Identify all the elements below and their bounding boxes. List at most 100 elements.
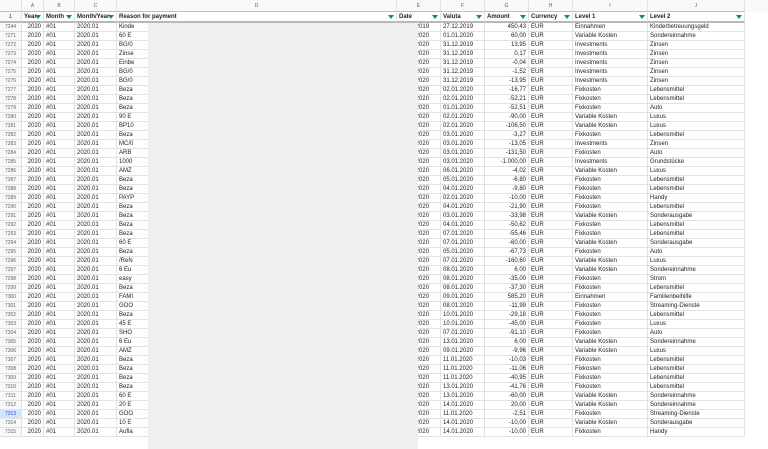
cell-amount[interactable]: -10,00 <box>485 428 529 437</box>
cell-l2[interactable]: Zinsen <box>648 50 745 59</box>
cell-month[interactable]: #01 <box>44 221 75 230</box>
cell-year[interactable]: 2020 <box>22 401 44 410</box>
cell-cur[interactable]: EUR <box>529 266 573 275</box>
cell-l1[interactable]: Investments <box>573 158 648 167</box>
row-number[interactable]: 7301 <box>0 302 22 311</box>
cell-l1[interactable]: Fixkosten <box>573 320 648 329</box>
cell-valuta[interactable]: 07.01.2020 <box>441 257 485 266</box>
row-number[interactable]: 7282 <box>0 131 22 140</box>
cell-month[interactable]: #01 <box>44 347 75 356</box>
cell-l1[interactable]: Fixkosten <box>573 410 648 419</box>
row-number[interactable]: 7313 <box>0 410 22 419</box>
cell-l2[interactable]: Lebensmittel <box>648 131 745 140</box>
cell-year[interactable]: 2020 <box>22 41 44 50</box>
cell-l2[interactable]: Lebensmittel <box>648 365 745 374</box>
cell-year[interactable]: 2020 <box>22 95 44 104</box>
cell-l2[interactable]: Lebensmittel <box>648 86 745 95</box>
cell-l2[interactable]: Sondereinnahme <box>648 392 745 401</box>
cell-amount[interactable]: -55,46 <box>485 230 529 239</box>
row-number[interactable]: 7283 <box>0 140 22 149</box>
cell-l2[interactable]: Auto <box>648 329 745 338</box>
cell-year[interactable]: 2020 <box>22 347 44 356</box>
cell-l2[interactable]: Sondereinnahme <box>648 401 745 410</box>
cell-valuta[interactable]: 09.01.2020 <box>441 347 485 356</box>
cell-amount[interactable]: -33,98 <box>485 212 529 221</box>
cell-month[interactable]: #01 <box>44 266 75 275</box>
cell-cur[interactable]: EUR <box>529 428 573 437</box>
row-number[interactable]: 7272 <box>0 41 22 50</box>
cell-my[interactable]: 2020.01 <box>75 131 117 140</box>
cell-l2[interactable]: Handy <box>648 428 745 437</box>
cell-amount[interactable]: -90,00 <box>485 113 529 122</box>
row-number[interactable]: 7285 <box>0 158 22 167</box>
cell-l1[interactable]: Fixkosten <box>573 149 648 158</box>
cell-l2[interactable]: Zinsen <box>648 59 745 68</box>
column-letter-b[interactable]: B <box>44 0 75 12</box>
cell-amount[interactable]: -13,95 <box>485 77 529 86</box>
cell-l2[interactable]: Kinderbetreuungsgeld <box>648 23 745 32</box>
cell-year[interactable]: 2020 <box>22 86 44 95</box>
cell-year[interactable]: 2020 <box>22 149 44 158</box>
cell-amount[interactable]: 20,00 <box>485 401 529 410</box>
cell-my[interactable]: 2020.01 <box>75 230 117 239</box>
row-number[interactable]: 7297 <box>0 266 22 275</box>
cell-l2[interactable]: Strom <box>648 275 745 284</box>
cell-year[interactable]: 2020 <box>22 428 44 437</box>
cell-amount[interactable]: -4,02 <box>485 167 529 176</box>
cell-month[interactable]: #01 <box>44 158 75 167</box>
cell-l2[interactable]: Zinsen <box>648 140 745 149</box>
cell-amount[interactable]: 60,00 <box>485 32 529 41</box>
cell-my[interactable]: 2020.01 <box>75 23 117 32</box>
cell-valuta[interactable]: 06.01.2020 <box>441 167 485 176</box>
filter-icon[interactable] <box>432 15 438 19</box>
cell-year[interactable]: 2020 <box>22 356 44 365</box>
header-date[interactable]: Date <box>397 12 441 23</box>
cell-cur[interactable]: EUR <box>529 275 573 284</box>
cell-l1[interactable]: Fixkosten <box>573 104 648 113</box>
cell-l2[interactable]: Sonderausgabe <box>648 419 745 428</box>
cell-month[interactable]: #01 <box>44 293 75 302</box>
row-number[interactable]: 7279 <box>0 104 22 113</box>
cell-month[interactable]: #01 <box>44 68 75 77</box>
row-number[interactable]: 7305 <box>0 338 22 347</box>
cell-amount[interactable]: -52,51 <box>485 104 529 113</box>
select-all-corner[interactable] <box>0 0 22 12</box>
cell-l1[interactable]: Fixkosten <box>573 86 648 95</box>
cell-valuta[interactable]: 01.01.2020 <box>441 104 485 113</box>
cell-cur[interactable]: EUR <box>529 113 573 122</box>
header-level-1[interactable]: Level 1 <box>573 12 648 23</box>
row-number[interactable]: 7310 <box>0 383 22 392</box>
row-number[interactable]: 7274 <box>0 59 22 68</box>
cell-cur[interactable]: EUR <box>529 194 573 203</box>
cell-amount[interactable]: -37,30 <box>485 284 529 293</box>
cell-l1[interactable]: Fixkosten <box>573 176 648 185</box>
cell-year[interactable]: 2020 <box>22 383 44 392</box>
cell-l1[interactable]: Variable Kosten <box>573 113 648 122</box>
cell-cur[interactable]: EUR <box>529 203 573 212</box>
cell-l1[interactable]: Variable Kosten <box>573 32 648 41</box>
cell-valuta[interactable]: 13.01.2020 <box>441 338 485 347</box>
cell-amount[interactable]: -29,18 <box>485 311 529 320</box>
cell-month[interactable]: #01 <box>44 131 75 140</box>
cell-l2[interactable]: Sondereinnahme <box>648 266 745 275</box>
cell-cur[interactable]: EUR <box>529 104 573 113</box>
cell-cur[interactable]: EUR <box>529 293 573 302</box>
cell-year[interactable]: 2020 <box>22 338 44 347</box>
cell-l1[interactable]: Fixkosten <box>573 185 648 194</box>
cell-l1[interactable]: Fixkosten <box>573 383 648 392</box>
cell-amount[interactable]: -91,10 <box>485 329 529 338</box>
cell-year[interactable]: 2020 <box>22 176 44 185</box>
cell-l2[interactable]: Luxus <box>648 320 745 329</box>
cell-month[interactable]: #01 <box>44 122 75 131</box>
cell-amount[interactable]: -67,73 <box>485 248 529 257</box>
cell-l2[interactable]: Zinsen <box>648 41 745 50</box>
cell-year[interactable]: 2020 <box>22 284 44 293</box>
cell-my[interactable]: 2020.01 <box>75 347 117 356</box>
cell-l1[interactable]: Variable Kosten <box>573 266 648 275</box>
cell-amount[interactable]: 585,20 <box>485 293 529 302</box>
row-number[interactable]: 7289 <box>0 194 22 203</box>
cell-l1[interactable]: Fixkosten <box>573 374 648 383</box>
cell-l1[interactable]: Fixkosten <box>573 203 648 212</box>
cell-amount[interactable]: -10,03 <box>485 356 529 365</box>
cell-month[interactable]: #01 <box>44 392 75 401</box>
